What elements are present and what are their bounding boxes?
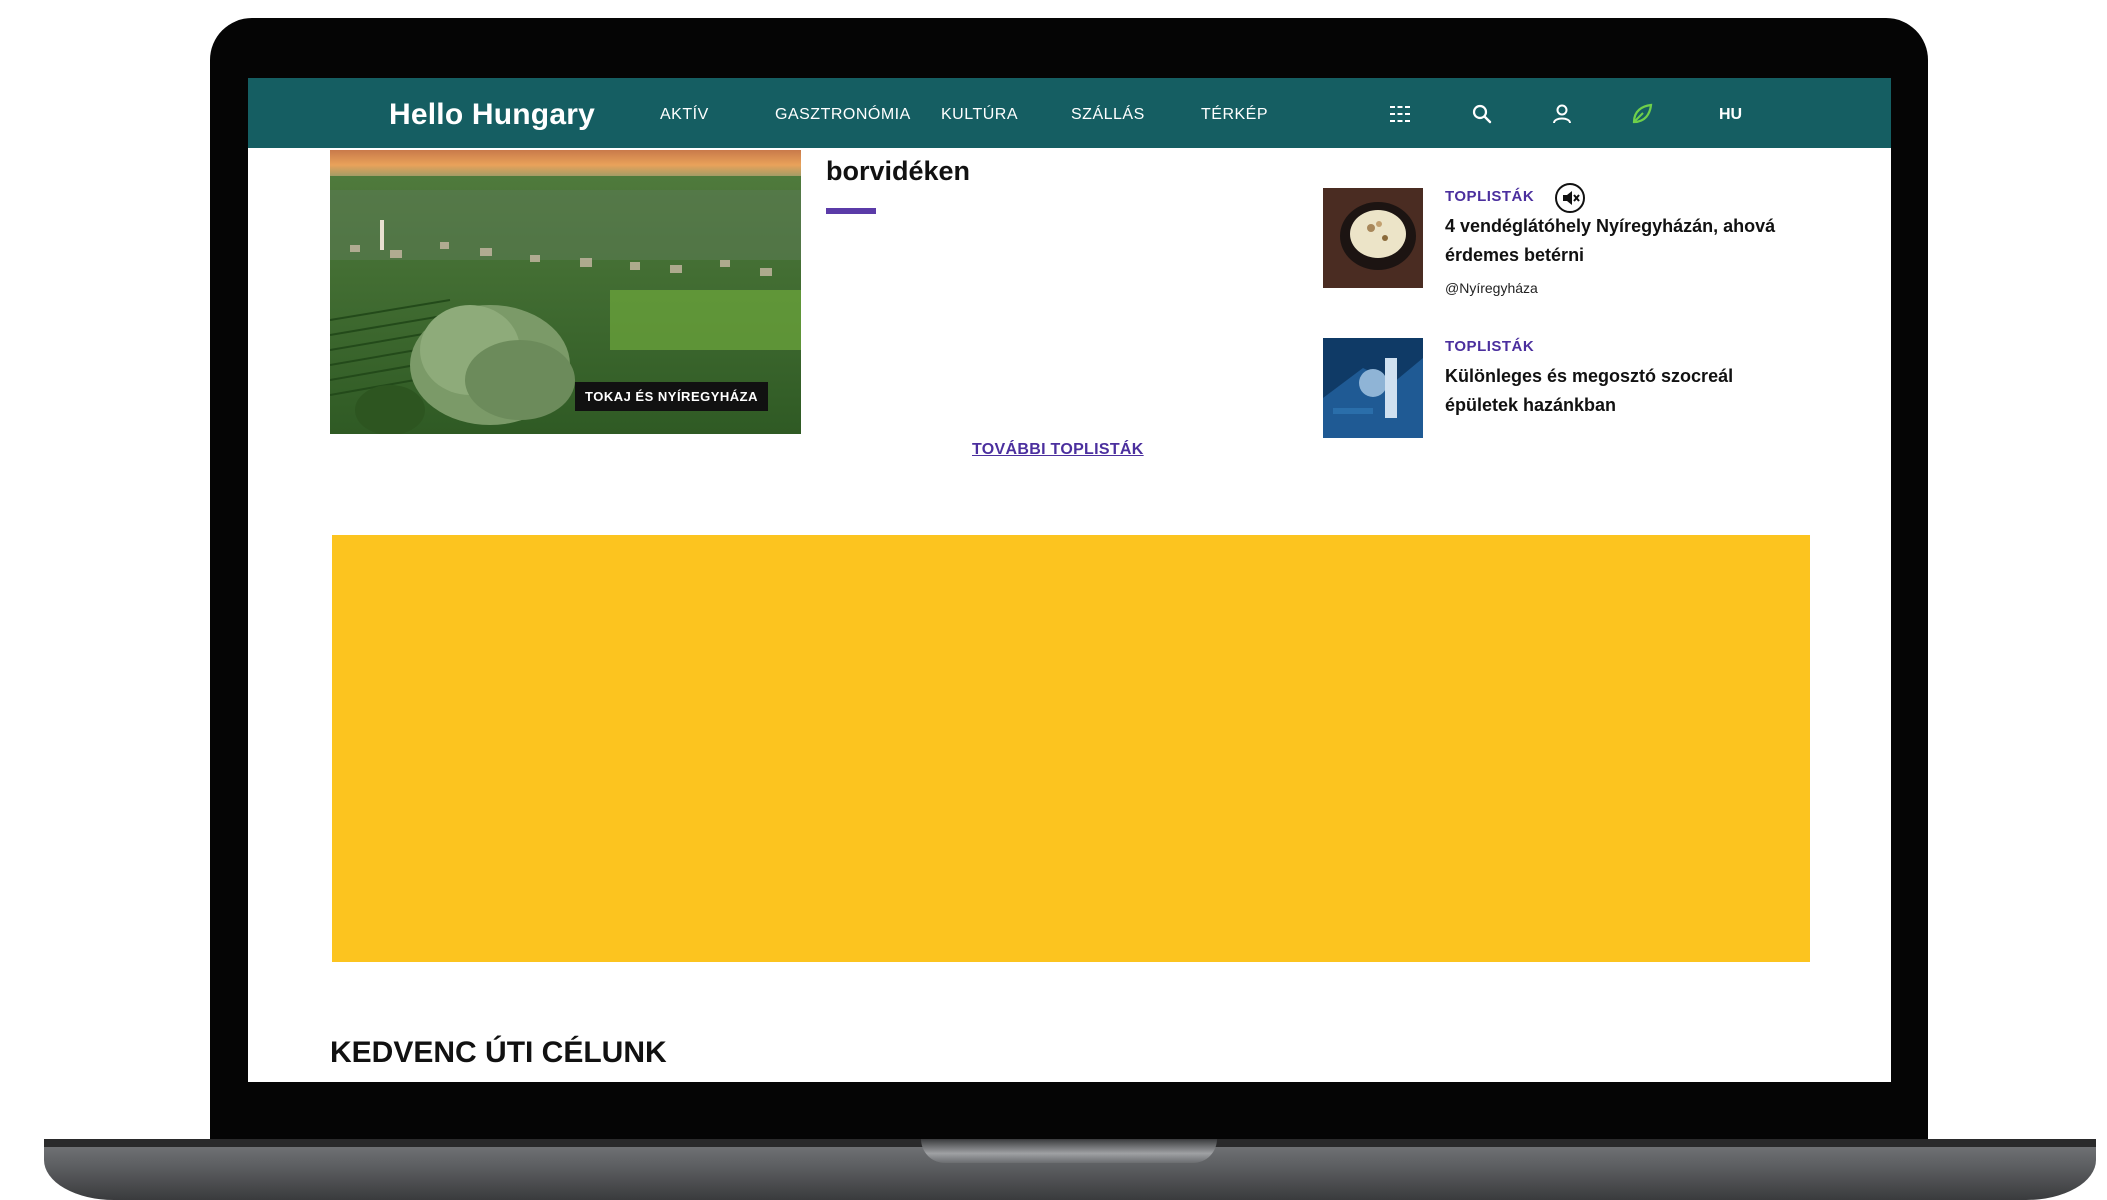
language-switch[interactable]: HU xyxy=(1719,106,1742,124)
screen: Hello Hungary AKTÍV GASZTRONÓMIA KULTÚRA… xyxy=(248,78,1891,1082)
title-underline xyxy=(826,208,876,214)
nav-item-kultura[interactable]: KULTÚRA xyxy=(941,106,1018,124)
category-label[interactable]: TOPLISTÁK xyxy=(1445,338,1534,355)
nav-item-gasztronomia[interactable]: GASZTRONÓMIA xyxy=(775,106,911,124)
leaf-icon[interactable] xyxy=(1630,102,1654,126)
top-nav: Hello Hungary AKTÍV GASZTRONÓMIA KULTÚRA… xyxy=(248,78,1891,148)
nav-item-szallas[interactable]: SZÁLLÁS xyxy=(1071,106,1145,124)
grid-menu-icon[interactable] xyxy=(1388,102,1412,126)
ad-banner[interactable] xyxy=(332,535,1810,962)
hero-image[interactable]: TOKAJ ÉS NYÍREGYHÁZA xyxy=(330,150,801,434)
list-item[interactable]: TOPLISTÁK 4 vendéglátóhely Nyíregyházán,… xyxy=(1323,183,1843,308)
building-thumbnail[interactable] xyxy=(1323,338,1423,438)
search-icon[interactable] xyxy=(1470,102,1494,126)
article-title[interactable]: borvidéken xyxy=(826,156,970,187)
restaurant-thumbnail[interactable] xyxy=(1323,188,1423,288)
list-item-title[interactable]: 4 vendéglátóhely Nyíregyházán, ahová érd… xyxy=(1445,212,1805,270)
site-logo[interactable]: Hello Hungary xyxy=(389,98,595,132)
food-plate-image xyxy=(1323,188,1423,288)
section-title: KEDVENC ÚTI CÉLUNK xyxy=(330,1036,667,1069)
nav-item-aktiv[interactable]: AKTÍV xyxy=(660,106,709,124)
list-item[interactable]: TOPLISTÁK Különleges és megosztó szocreá… xyxy=(1323,338,1843,438)
laptop-notch xyxy=(921,1139,1217,1163)
speaker-mute-icon[interactable] xyxy=(1554,182,1586,214)
building-image xyxy=(1323,338,1423,438)
nav-item-terkep[interactable]: TÉRKÉP xyxy=(1201,106,1268,124)
user-icon[interactable] xyxy=(1550,102,1574,126)
list-item-title[interactable]: Különleges és megosztó szocreál épületek… xyxy=(1445,362,1805,420)
list-item-source[interactable]: @Nyíregyháza xyxy=(1445,280,1538,296)
category-label[interactable]: TOPLISTÁK xyxy=(1445,188,1534,205)
hero-location-tag[interactable]: TOKAJ ÉS NYÍREGYHÁZA xyxy=(575,382,769,411)
more-toplists-link[interactable]: TOVÁBBI TOPLISTÁK xyxy=(972,441,1144,459)
